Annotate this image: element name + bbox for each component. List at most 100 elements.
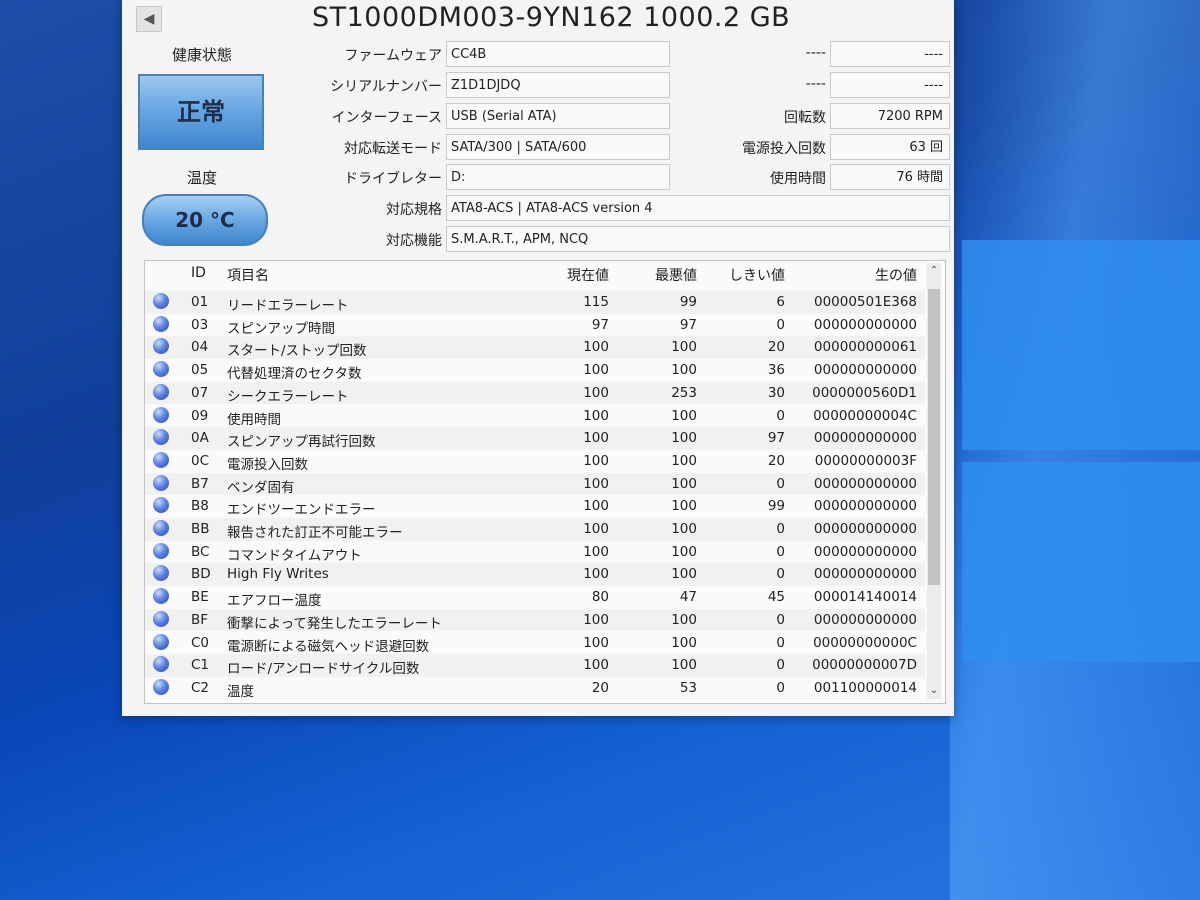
cell-current: 100: [583, 407, 609, 424]
header-name[interactable]: 項目名: [227, 265, 269, 285]
table-row[interactable]: 0A スピンアップ再試行回数 100 100 97 000000000000: [145, 427, 925, 450]
header-id[interactable]: ID: [191, 265, 206, 281]
scroll-up-arrow-icon[interactable]: ⌃: [927, 263, 941, 279]
header-current[interactable]: 現在値: [545, 265, 609, 285]
cell-worst: 53: [679, 679, 697, 696]
cell-current: 100: [583, 452, 609, 469]
table-row[interactable]: BF 衝撃によって発生したエラーレート 100 100 0 000000000000: [145, 608, 925, 632]
cell-name: 電源断による磁気ヘッド退避回数: [227, 638, 430, 655]
cell-raw: 000000000000: [813, 566, 917, 583]
top-right-1-value: ----: [830, 41, 950, 67]
cell-worst: 100: [671, 543, 697, 560]
crystaldiskinfo-window: ◀ ST1000DM003-9YN162 1000.2 GB 健康状態 正常 温…: [122, 0, 954, 716]
cell-name: 電源投入回数: [227, 456, 308, 473]
cell-worst: 100: [671, 475, 697, 492]
standard-value: ATA8-ACS | ATA8-ACS version 4: [446, 195, 950, 221]
cell-name: リードエラーレート: [227, 298, 349, 314]
cell-current: 100: [583, 634, 609, 651]
firmware-label: ファームウェア: [344, 48, 442, 64]
status-dot-icon: [153, 610, 169, 627]
table-header: ID 項目名 現在値 最悪値 しきい値 生の値: [145, 265, 925, 289]
table-row[interactable]: 09 使用時間 100 100 0 00000000004C: [145, 405, 925, 428]
cell-threshold: 6: [776, 294, 785, 310]
power-on-hours-value: 76 時間: [830, 164, 950, 190]
status-dot-icon: [153, 678, 169, 695]
status-dot-icon: [153, 338, 169, 355]
cell-worst: 100: [671, 430, 697, 447]
cell-threshold: 0: [776, 679, 785, 696]
cell-raw: 00000501E368: [813, 294, 917, 310]
cell-raw: 000000000000: [813, 611, 917, 628]
status-dot-icon: [153, 542, 169, 559]
interface-value: USB (Serial ATA): [446, 103, 670, 129]
cell-id: 07: [191, 384, 209, 401]
previous-disk-button[interactable]: ◀: [136, 6, 162, 32]
cell-threshold: 0: [776, 566, 785, 583]
health-status-badge[interactable]: 正常: [138, 74, 264, 150]
features-value: S.M.A.R.T., APM, NCQ: [446, 226, 950, 252]
standard-label: 対応規格: [386, 202, 442, 218]
status-dot-icon: [153, 633, 169, 650]
cell-worst: 100: [671, 566, 697, 583]
table-row[interactable]: C0 電源断による磁気ヘッド退避回数 100 100 0 00000000000C: [145, 632, 925, 655]
cell-raw: 000000000061: [813, 339, 917, 356]
cell-current: 100: [583, 521, 609, 537]
firmware-value: CC4B: [446, 41, 670, 67]
disk-title: ST1000DM003-9YN162 1000.2 GB: [312, 2, 791, 33]
cell-raw: 000000000000: [813, 430, 917, 447]
status-dot-icon: [153, 474, 169, 491]
cell-name: スタート/ストップ回数: [227, 343, 367, 360]
cell-raw: 000000000000: [813, 475, 917, 492]
cell-threshold: 0: [776, 543, 785, 560]
table-row[interactable]: BC コマンドタイムアウト 100 100 0 000000000000: [145, 541, 925, 564]
cell-worst: 100: [671, 498, 697, 515]
status-dot-icon: [153, 361, 169, 378]
scroll-thumb[interactable]: [928, 289, 940, 585]
cell-threshold: 45: [767, 589, 785, 606]
temperature-badge[interactable]: 20 °C: [142, 194, 268, 246]
cell-threshold: 0: [776, 657, 785, 674]
power-on-count-value: 63 回: [830, 134, 950, 160]
status-dot-icon: [153, 383, 169, 400]
table-row[interactable]: 01 リードエラーレート 115 99 6 00000501E368: [145, 291, 925, 314]
cell-raw: 000000000000: [813, 316, 917, 333]
cell-raw: 00000000007D: [812, 657, 917, 674]
table-row[interactable]: 0C 電源投入回数 100 100 20 00000000003F: [145, 450, 925, 473]
scroll-down-arrow-icon[interactable]: ⌄: [927, 683, 941, 699]
smart-attribute-table[interactable]: ID 項目名 現在値 最悪値 しきい値 生の値 01 リードエラーレート 115 99…: [144, 260, 946, 704]
table-row[interactable]: C1 ロード/アンロードサイクル回数 100 100 0 00000000007D: [145, 654, 925, 677]
cell-current: 100: [583, 362, 609, 379]
table-row[interactable]: 07 シークエラーレート 100 253 30 0000000560D1: [145, 381, 925, 405]
vertical-scrollbar[interactable]: ⌃ ⌄: [927, 263, 941, 699]
table-row[interactable]: B7 ベンダ固有 100 100 0 000000000000: [145, 472, 925, 496]
cell-id: 01: [191, 294, 209, 310]
cell-name: ロード/アンロードサイクル回数: [227, 661, 420, 678]
cell-threshold: 36: [767, 362, 785, 379]
header-threshold[interactable]: しきい値: [721, 265, 785, 285]
cell-worst: 100: [671, 634, 697, 651]
table-row[interactable]: 04 スタート/ストップ回数 100 100 20 000000000061: [145, 336, 925, 359]
cell-current: 80: [591, 589, 609, 606]
cell-threshold: 97: [767, 430, 785, 447]
health-status-label: 健康状態: [171, 46, 232, 64]
cell-id: C2: [191, 679, 210, 696]
table-row[interactable]: BB 報告された訂正不可能エラー 100 100 0 000000000000: [145, 518, 925, 541]
table-row[interactable]: 03 スピンアップ時間 97 97 0 000000000000: [145, 314, 925, 337]
header-raw[interactable]: 生の値: [795, 265, 917, 285]
cell-raw: 00000000004C: [813, 407, 917, 424]
cell-id: 03: [191, 316, 209, 333]
cell-current: 100: [583, 475, 609, 492]
cell-worst: 100: [671, 339, 697, 356]
header-worst[interactable]: 最悪値: [633, 265, 697, 285]
windows-logo-pane-top: [962, 240, 1200, 450]
table-row[interactable]: C2 温度 20 53 0 001100000014: [145, 677, 925, 700]
cell-raw: 00000000003F: [814, 452, 917, 469]
table-row[interactable]: 05 代替処理済のセクタ数 100 100 36 000000000000: [145, 359, 925, 382]
cell-raw: 001100000014: [813, 679, 917, 696]
table-row[interactable]: BE エアフロー温度 80 47 45 000014140014: [145, 586, 925, 609]
table-row[interactable]: BD High Fly Writes 100 100 0 000000000000: [145, 563, 925, 587]
cell-threshold: 20: [767, 339, 785, 356]
table-body: 01 リードエラーレート 115 99 6 00000501E368 03 スピンアップ時間 9…: [145, 291, 925, 701]
cell-name: 使用時間: [227, 411, 281, 428]
table-row[interactable]: B8 エンドツーエンドエラー 100 100 99 000000000000: [145, 495, 925, 518]
